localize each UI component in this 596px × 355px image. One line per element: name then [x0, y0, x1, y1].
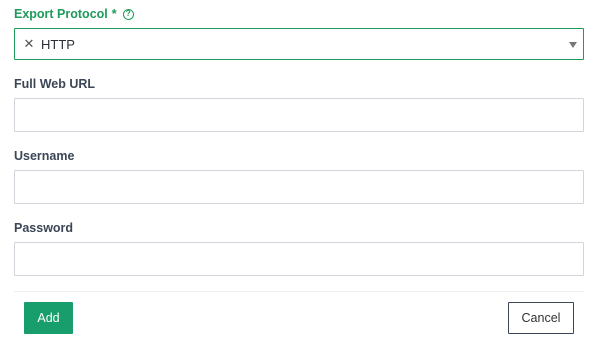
export-destination-form: Export Protocol * ? ✕ HTTP Full Web URL …: [0, 0, 596, 355]
export-protocol-label-text: Export Protocol: [14, 7, 108, 21]
caret-down-icon[interactable]: [569, 42, 577, 48]
full-web-url-label-text: Full Web URL: [14, 77, 96, 91]
password-field[interactable]: [14, 242, 584, 276]
cancel-button[interactable]: Cancel: [508, 302, 574, 334]
password-input[interactable]: [15, 243, 583, 275]
footer-divider: [14, 291, 584, 292]
export-protocol-selected-value: HTTP: [41, 36, 75, 52]
username-field[interactable]: [14, 170, 584, 204]
full-web-url-label: Full Web URL: [14, 77, 95, 91]
username-label: Username: [14, 149, 74, 163]
required-marker: *: [111, 7, 117, 21]
password-label: Password: [14, 221, 73, 235]
full-web-url-field[interactable]: [14, 98, 584, 132]
export-protocol-label: Export Protocol * ?: [14, 7, 134, 21]
username-label-text: Username: [14, 149, 75, 163]
full-web-url-input[interactable]: [15, 99, 583, 131]
username-input[interactable]: [15, 171, 583, 203]
close-icon[interactable]: ✕: [23, 36, 35, 51]
export-protocol-select[interactable]: ✕ HTTP: [14, 28, 584, 60]
add-button[interactable]: Add: [24, 302, 73, 334]
password-label-text: Password: [14, 221, 74, 235]
question-circle-icon[interactable]: ?: [122, 8, 134, 20]
